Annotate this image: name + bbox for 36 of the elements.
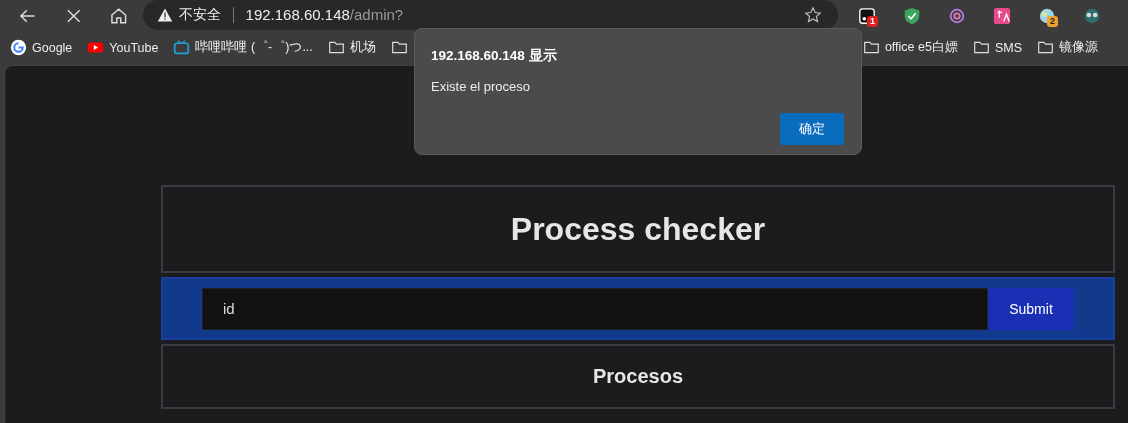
folder-icon [390,39,408,56]
folder-icon [862,39,880,56]
url-host: 192.168.60.148 [245,6,350,23]
bookmark[interactable]: 哔哩哔哩 (゜-゜)つ... [173,39,313,56]
folder-icon [1037,39,1054,56]
bookmark[interactable] [390,39,408,56]
extension-badge: 1 [867,15,878,27]
section-title: Procesos [592,365,684,388]
folder-icon [327,39,345,56]
dialog-message: Existe el proceso [431,79,531,94]
bookmark[interactable]: 镜像源 [1037,39,1098,56]
folder-icon [972,39,990,56]
translate-icon[interactable] [993,6,1011,25]
security-label: 不安全 [178,5,221,24]
dialog-title: 192.168.60.148 显示 [431,47,558,65]
extension-icon[interactable] [858,6,876,25]
address-bar[interactable]: 不安全 192.168.60.148/admin? [142,0,838,30]
bookmark[interactable]: Google [10,39,73,56]
bookmark[interactable]: office e5白嫖 [862,39,958,56]
ok-button[interactable]: 确定 [780,113,844,145]
shield-icon[interactable] [903,6,921,25]
star-icon[interactable] [804,5,822,24]
tv-icon [173,39,191,56]
youtube-icon [87,39,105,56]
google-icon [10,39,27,56]
bookmark[interactable]: 机场 [327,39,376,56]
home-icon[interactable] [109,5,129,26]
page-title: Process checker [510,210,766,248]
extension-badge: 2 [1047,15,1058,27]
warning-icon [156,6,173,23]
url-path: /admin? [349,6,404,23]
goggles-icon[interactable] [1083,6,1101,25]
submit-button[interactable]: Submit [988,287,1074,330]
bookmark[interactable]: YouTube [87,39,159,56]
bookmark[interactable]: SMS [972,39,1022,56]
input-field[interactable]: id [202,287,988,330]
